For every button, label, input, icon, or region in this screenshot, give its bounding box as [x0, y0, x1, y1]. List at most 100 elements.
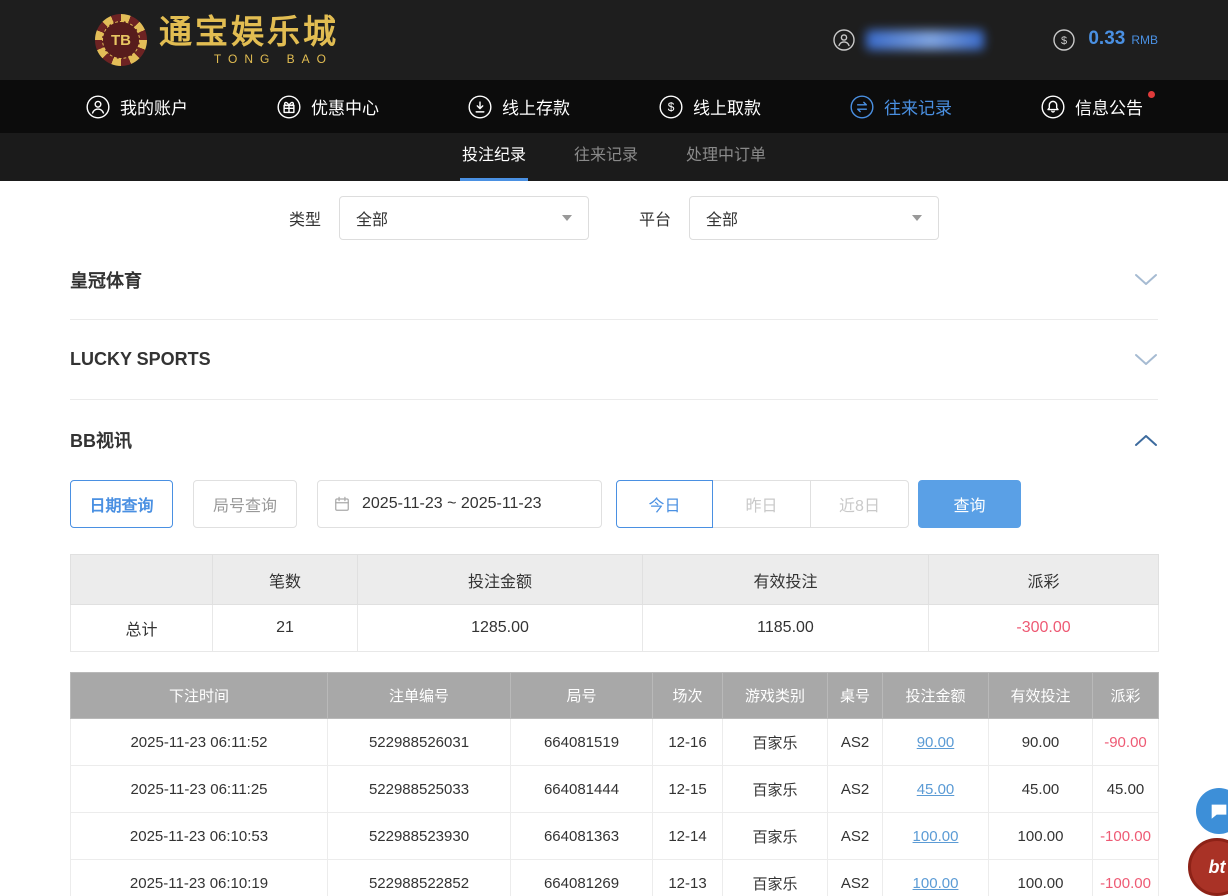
- round-query-button[interactable]: 局号查询: [193, 480, 297, 528]
- total-valid-bet-cell: 1185.00: [643, 605, 929, 652]
- chat-bubble-icon: [1208, 800, 1228, 822]
- type-select[interactable]: 全部: [339, 196, 589, 240]
- bet-amount-cell: 45.00: [883, 766, 989, 813]
- brand-title: 通宝娱乐城: [159, 15, 339, 48]
- search-button[interactable]: 查询: [918, 480, 1021, 528]
- tab-pending-orders[interactable]: 处理中订单: [684, 133, 768, 181]
- summary-header-cell: 笔数: [213, 555, 358, 605]
- brand-logo[interactable]: TB 通宝娱乐城 TONG BAO: [95, 14, 339, 66]
- tab-bet-records[interactable]: 投注纪录: [460, 133, 528, 181]
- bet-amount-link[interactable]: 100.00: [913, 828, 959, 845]
- chevron-down-icon[interactable]: [1134, 353, 1158, 367]
- game-type-cell: 百家乐: [723, 860, 828, 896]
- summary-header-cell: [71, 555, 213, 605]
- detail-table-body: 2025-11-23 06:11:52522988526031664081519…: [71, 719, 1159, 896]
- nav-label: 线上存款: [502, 94, 570, 119]
- game-type-cell: 百家乐: [723, 813, 828, 860]
- nav-announcements[interactable]: 信息公告: [1040, 94, 1143, 120]
- session-cell: 12-13: [653, 860, 723, 896]
- summary-header-cell: 投注金额: [358, 555, 643, 605]
- session-cell: 12-14: [653, 813, 723, 860]
- summary-header-cell: 派彩: [929, 555, 1159, 605]
- svg-text:$: $: [1061, 35, 1067, 47]
- detail-header-cell: 投注金额: [883, 673, 989, 719]
- detail-header-cell: 有效投注: [989, 673, 1093, 719]
- tab-transaction-records[interactable]: 往来记录: [572, 133, 640, 181]
- order-no-cell: 522988526031: [328, 719, 511, 766]
- summary-header-row: 笔数投注金额有效投注派彩: [71, 555, 1159, 605]
- date-query-button[interactable]: 日期查询: [70, 480, 173, 528]
- section-bb-video[interactable]: BB视讯: [70, 400, 1158, 480]
- notification-dot-icon: [1148, 91, 1155, 98]
- nav-online-withdrawal[interactable]: $ 线上取款: [658, 94, 761, 120]
- user-icon: [85, 94, 111, 120]
- nav-bar: 我的账户 优惠中心 线上存款 $ 线上取款 往来记录 信息公告: [0, 80, 1228, 133]
- last-8-days-button[interactable]: 近8日: [810, 480, 909, 528]
- main-content: 类型 全部 平台 全部 皇冠体育 LUCKY SPORTS BB视讯: [0, 196, 1228, 896]
- session-cell: 12-16: [653, 719, 723, 766]
- round-no-cell: 664081519: [511, 719, 653, 766]
- quick-range-group: 今日 昨日 近8日: [616, 480, 909, 528]
- detail-header-row: 下注时间注单编号局号场次游戏类别桌号投注金额有效投注派彩: [71, 673, 1159, 719]
- bet-amount-cell: 100.00: [883, 813, 989, 860]
- total-label-cell: 总计: [71, 605, 213, 652]
- time-cell: 2025-11-23 06:10:53: [71, 813, 328, 860]
- type-filter-label: 类型: [289, 206, 321, 230]
- balance-currency: RMB: [1131, 33, 1158, 47]
- game-type-cell: 百家乐: [723, 719, 828, 766]
- bet-amount-link[interactable]: 45.00: [917, 781, 955, 798]
- platform-select[interactable]: 全部: [689, 196, 939, 240]
- section-lucky-sports[interactable]: LUCKY SPORTS: [70, 320, 1158, 400]
- nav-transaction-records[interactable]: 往来记录: [849, 94, 952, 120]
- time-cell: 2025-11-23 06:11:52: [71, 719, 328, 766]
- caret-down-icon: [562, 215, 572, 221]
- bet-amount-link[interactable]: 90.00: [917, 734, 955, 751]
- payout-cell: -100.00: [1093, 860, 1159, 896]
- nav-promotions[interactable]: 优惠中心: [276, 94, 379, 120]
- table-no-cell: AS2: [828, 860, 883, 896]
- nav-my-account[interactable]: 我的账户: [85, 94, 188, 120]
- caret-down-icon: [912, 215, 922, 221]
- table-no-cell: AS2: [828, 766, 883, 813]
- query-bar: 日期查询 局号查询 2025-11-23 ~ 2025-11-23 今日 昨日 …: [70, 480, 1158, 528]
- detail-header-cell: 场次: [653, 673, 723, 719]
- table-row: 2025-11-23 06:11:52522988526031664081519…: [71, 719, 1159, 766]
- subtab-bar: 投注纪录往来记录处理中订单: [0, 133, 1228, 181]
- nav-label: 优惠中心: [311, 94, 379, 119]
- nav-label: 信息公告: [1075, 94, 1143, 119]
- table-no-cell: AS2: [828, 719, 883, 766]
- nav-label: 线上取款: [693, 94, 761, 119]
- order-no-cell: 522988525033: [328, 766, 511, 813]
- order-no-cell: 522988523930: [328, 813, 511, 860]
- table-row: 2025-11-23 06:10:19522988522852664081269…: [71, 860, 1159, 896]
- bet-amount-link[interactable]: 100.00: [913, 875, 959, 892]
- time-cell: 2025-11-23 06:11:25: [71, 766, 328, 813]
- summary-table: 笔数投注金额有效投注派彩 总计 21 1285.00 1185.00 -300.…: [70, 554, 1159, 652]
- table-no-cell: AS2: [828, 813, 883, 860]
- total-payout-cell: -300.00: [929, 605, 1159, 652]
- summary-header-cell: 有效投注: [643, 555, 929, 605]
- dollar-icon: $: [1052, 28, 1076, 52]
- nav-label: 我的账户: [120, 94, 188, 119]
- round-no-cell: 664081444: [511, 766, 653, 813]
- section-title: LUCKY SPORTS: [70, 349, 211, 370]
- today-button[interactable]: 今日: [616, 480, 713, 528]
- table-row: 2025-11-23 06:10:53522988523930664081363…: [71, 813, 1159, 860]
- chevron-down-icon[interactable]: [1134, 273, 1158, 287]
- yesterday-button[interactable]: 昨日: [712, 480, 811, 528]
- detail-table: 下注时间注单编号局号场次游戏类别桌号投注金额有效投注派彩 2025-11-23 …: [70, 672, 1159, 896]
- filter-row: 类型 全部 平台 全部: [70, 196, 1158, 240]
- withdraw-icon: $: [658, 94, 684, 120]
- date-range-input[interactable]: 2025-11-23 ~ 2025-11-23: [317, 480, 602, 528]
- deposit-icon: [467, 94, 493, 120]
- top-header: TB 通宝娱乐城 TONG BAO $ 0.33 RMB: [0, 0, 1228, 80]
- payout-cell: -90.00: [1093, 719, 1159, 766]
- nav-label: 往来记录: [884, 94, 952, 119]
- chevron-up-icon[interactable]: [1134, 433, 1158, 447]
- nav-online-deposit[interactable]: 线上存款: [467, 94, 570, 120]
- section-crown-sports[interactable]: 皇冠体育: [70, 240, 1158, 320]
- bet-amount-cell: 90.00: [883, 719, 989, 766]
- payout-cell: -100.00: [1093, 813, 1159, 860]
- calendar-icon: [332, 494, 352, 514]
- balance[interactable]: $ 0.33 RMB: [1052, 28, 1158, 52]
